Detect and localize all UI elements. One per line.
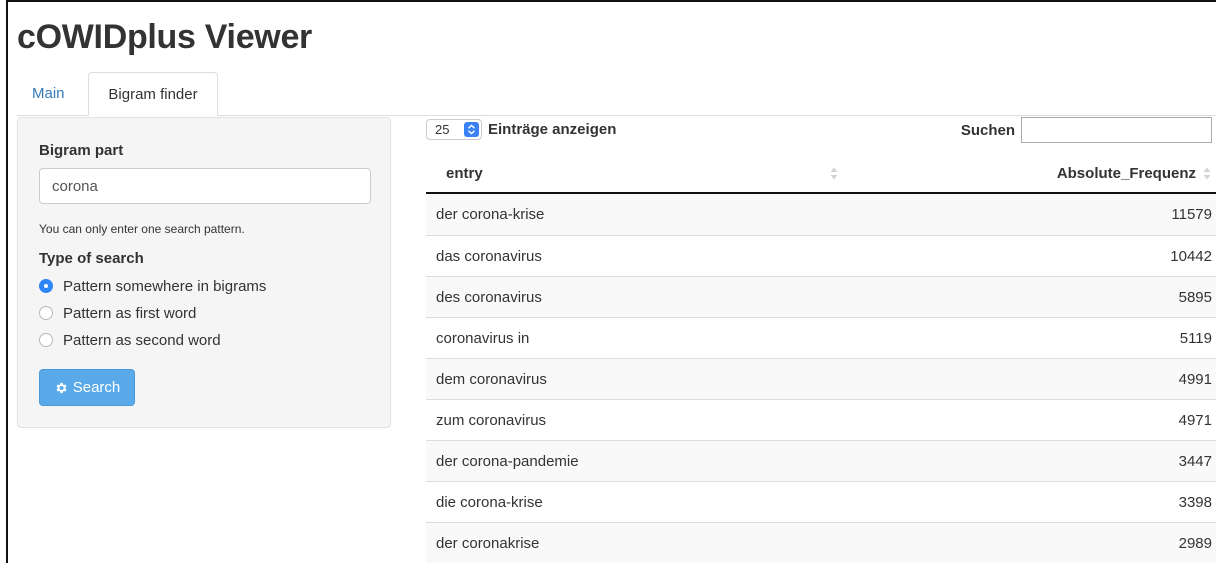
radio-unselected-icon[interactable] bbox=[39, 333, 53, 347]
radio-selected-icon[interactable] bbox=[39, 279, 53, 293]
table-row[interactable]: zum coronavirus 4971 bbox=[426, 399, 1216, 440]
frame-left-border bbox=[6, 0, 8, 563]
bigram-part-input[interactable] bbox=[39, 168, 371, 204]
entries-length-value: 25 bbox=[435, 121, 450, 137]
radio-label: Pattern somewhere in bigrams bbox=[63, 277, 267, 295]
table-row[interactable]: der corona-pandemie 3447 bbox=[426, 440, 1216, 481]
column-header-absolute-frequenz[interactable]: Absolute_Frequenz bbox=[1057, 153, 1196, 194]
cell-frequency: 3398 bbox=[1178, 494, 1212, 511]
cell-entry: coronavirus in bbox=[436, 330, 530, 347]
app-title: cOWIDplus Viewer bbox=[17, 18, 312, 56]
sort-icon[interactable] bbox=[830, 167, 838, 180]
tab-main[interactable]: Main bbox=[17, 72, 80, 115]
table-row[interactable]: die corona-krise 3398 bbox=[426, 481, 1216, 522]
table-search: Suchen bbox=[961, 117, 1212, 143]
entries-length-select[interactable]: 25 bbox=[426, 118, 482, 140]
help-text: You can only enter one search pattern. bbox=[39, 222, 245, 236]
table-row[interactable]: coronavirus in 5119 bbox=[426, 317, 1216, 358]
cell-entry: das coronavirus bbox=[436, 248, 542, 265]
cell-entry: der corona-pandemie bbox=[436, 453, 579, 470]
gear-icon bbox=[56, 382, 67, 393]
search-button[interactable]: Search bbox=[39, 369, 135, 406]
table-row[interactable]: der corona-krise 11579 bbox=[426, 194, 1216, 235]
cell-entry: der corona-krise bbox=[436, 206, 545, 223]
table-row[interactable]: des coronavirus 5895 bbox=[426, 276, 1216, 317]
type-of-search-label: Type of search bbox=[39, 250, 144, 267]
tab-bigram-finder[interactable]: Bigram finder bbox=[88, 72, 218, 116]
table-row[interactable]: der coronakrise 2989 bbox=[426, 522, 1216, 563]
sort-icon[interactable] bbox=[1203, 167, 1211, 180]
entries-length-control: 25 Einträge anzeigen bbox=[426, 117, 616, 141]
table-row[interactable]: das coronavirus 10442 bbox=[426, 235, 1216, 276]
table-body: der corona-krise 11579 das coronavirus 1… bbox=[426, 194, 1216, 563]
bigram-part-label: Bigram part bbox=[39, 142, 124, 159]
cell-frequency: 5119 bbox=[1179, 330, 1212, 347]
cell-frequency: 4971 bbox=[1178, 412, 1212, 429]
cell-frequency: 5895 bbox=[1178, 289, 1212, 306]
radio-pattern-first-word[interactable]: Pattern as first word bbox=[39, 302, 196, 324]
cell-frequency: 2989 bbox=[1178, 535, 1212, 552]
cell-frequency: 11579 bbox=[1171, 206, 1212, 223]
select-arrows-icon bbox=[464, 121, 479, 137]
cell-frequency: 4991 bbox=[1178, 371, 1212, 388]
cell-frequency: 10442 bbox=[1170, 248, 1212, 265]
sidebar-panel: Bigram part You can only enter one searc… bbox=[17, 117, 391, 428]
entries-length-label: Einträge anzeigen bbox=[488, 120, 617, 138]
cell-entry: die corona-krise bbox=[436, 494, 543, 511]
cell-entry: der coronakrise bbox=[436, 535, 540, 552]
cell-entry: des coronavirus bbox=[436, 289, 542, 306]
radio-unselected-icon[interactable] bbox=[39, 306, 53, 320]
frame-top-border bbox=[6, 0, 1216, 2]
radio-pattern-second-word[interactable]: Pattern as second word bbox=[39, 329, 221, 351]
column-header-entry[interactable]: entry bbox=[446, 153, 483, 194]
table-header: entry Absolute_Frequenz bbox=[426, 153, 1216, 194]
radio-label: Pattern as first word bbox=[63, 304, 197, 322]
search-button-label: Search bbox=[72, 379, 121, 396]
tab-bar: Main Bigram finder bbox=[17, 72, 1216, 116]
table-search-label: Suchen bbox=[960, 121, 1015, 139]
cell-frequency: 3447 bbox=[1178, 453, 1212, 470]
table-search-input[interactable] bbox=[1021, 117, 1212, 143]
cell-entry: dem coronavirus bbox=[436, 371, 547, 388]
radio-label: Pattern as second word bbox=[63, 331, 221, 349]
table-row[interactable]: dem coronavirus 4991 bbox=[426, 358, 1216, 399]
radio-pattern-somewhere[interactable]: Pattern somewhere in bigrams bbox=[39, 275, 266, 297]
results-table: entry Absolute_Frequenz der corona-krise… bbox=[426, 153, 1216, 563]
cell-entry: zum coronavirus bbox=[436, 412, 547, 429]
